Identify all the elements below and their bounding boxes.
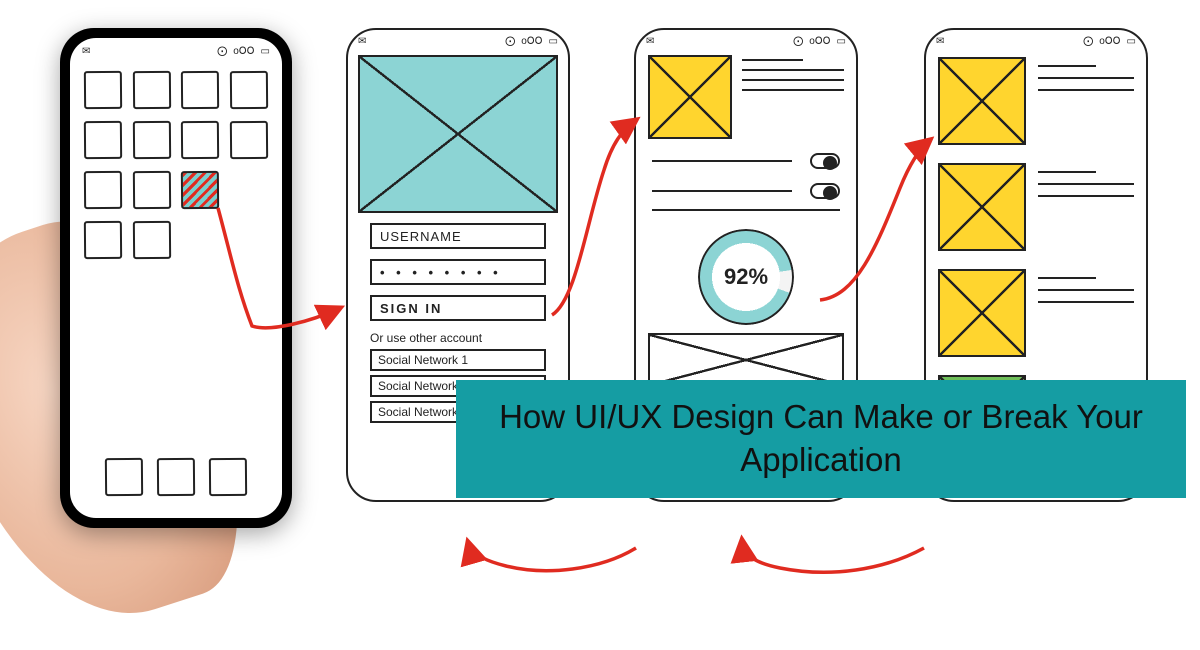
- hero-image-placeholder: [358, 55, 558, 213]
- social-label: Social Network 1: [378, 353, 468, 367]
- app-icon[interactable]: [229, 71, 267, 109]
- battery-icon: ▭: [1127, 36, 1136, 47]
- mail-icon: ✉: [82, 46, 90, 57]
- mail-icon: ✉: [358, 36, 366, 47]
- wifi-icon: ⨀: [505, 36, 515, 47]
- battery-icon: ▭: [261, 46, 270, 57]
- dock: [70, 458, 282, 496]
- title-text: How UI/UX Design Can Make or Break Your …: [480, 396, 1162, 482]
- progress-gauge: 92%: [698, 229, 794, 325]
- app-icon[interactable]: [84, 121, 122, 159]
- battery-icon: ▭: [549, 36, 558, 47]
- app-icon[interactable]: [132, 71, 170, 109]
- signal-icon: oՕՕ: [1099, 36, 1120, 47]
- dock-icon[interactable]: [157, 458, 195, 496]
- wifi-icon: ⨀: [1083, 36, 1093, 47]
- app-icon[interactable]: [84, 221, 122, 259]
- toggle-switch[interactable]: [810, 153, 840, 169]
- username-input[interactable]: USERNAME: [370, 223, 546, 249]
- app-icon-selected[interactable]: [181, 171, 219, 209]
- dock-icon[interactable]: [105, 458, 143, 496]
- status-bar: ✉ ⨀ oՕՕ ▭: [70, 38, 282, 57]
- app-grid: [70, 57, 282, 259]
- text-lines: [742, 55, 844, 91]
- real-phone: ✉ ⨀ oՕՕ ▭: [60, 28, 292, 528]
- signal-icon: oՕՕ: [233, 46, 254, 57]
- status-bar: ✉ ⨀ oՕՕ ▭: [348, 30, 568, 49]
- app-icon[interactable]: [84, 171, 122, 209]
- password-input[interactable]: • • • • • • • •: [370, 259, 546, 285]
- list-item[interactable]: [938, 57, 1134, 145]
- dock-icon[interactable]: [209, 458, 247, 496]
- social-network-button[interactable]: Social Network 1: [370, 349, 546, 371]
- phone-screen: ✉ ⨀ oՕՕ ▭: [70, 38, 282, 518]
- app-icon[interactable]: [181, 121, 219, 159]
- thumbnail-placeholder: [938, 57, 1026, 145]
- toggle-switch[interactable]: [810, 183, 840, 199]
- progress-value: 92%: [724, 264, 768, 290]
- mail-icon: ✉: [646, 36, 654, 47]
- app-icon[interactable]: [132, 221, 170, 259]
- status-bar: ✉ ⨀ oՕՕ ▭: [926, 30, 1146, 49]
- app-icon[interactable]: [181, 71, 219, 109]
- wifi-icon: ⨀: [793, 36, 803, 47]
- title-overlay: How UI/UX Design Can Make or Break Your …: [456, 380, 1186, 498]
- mail-icon: ✉: [936, 36, 944, 47]
- status-bar: ✉ ⨀ oՕՕ ▭: [636, 30, 856, 49]
- thumbnail-placeholder: [938, 163, 1026, 251]
- wifi-icon: ⨀: [217, 46, 227, 57]
- banner-placeholder: [648, 333, 844, 387]
- app-icon[interactable]: [132, 171, 170, 209]
- thumbnail-placeholder: [648, 55, 732, 139]
- sign-in-label: SIGN IN: [380, 301, 442, 316]
- signal-icon: oՕՕ: [521, 36, 542, 47]
- alt-account-hint: Or use other account: [370, 331, 546, 345]
- list-item[interactable]: [938, 163, 1134, 251]
- app-icon[interactable]: [84, 71, 122, 109]
- list-item[interactable]: [938, 269, 1134, 357]
- battery-icon: ▭: [837, 36, 846, 47]
- thumbnail-placeholder: [938, 269, 1026, 357]
- app-icon[interactable]: [229, 121, 267, 159]
- social-label: Social Network 2: [378, 379, 468, 393]
- signal-icon: oՕՕ: [809, 36, 830, 47]
- social-label: Social Network 3: [378, 405, 468, 419]
- app-icon[interactable]: [132, 121, 170, 159]
- password-dots: • • • • • • • •: [380, 265, 502, 280]
- username-placeholder: USERNAME: [380, 229, 462, 244]
- sign-in-button[interactable]: SIGN IN: [370, 295, 546, 321]
